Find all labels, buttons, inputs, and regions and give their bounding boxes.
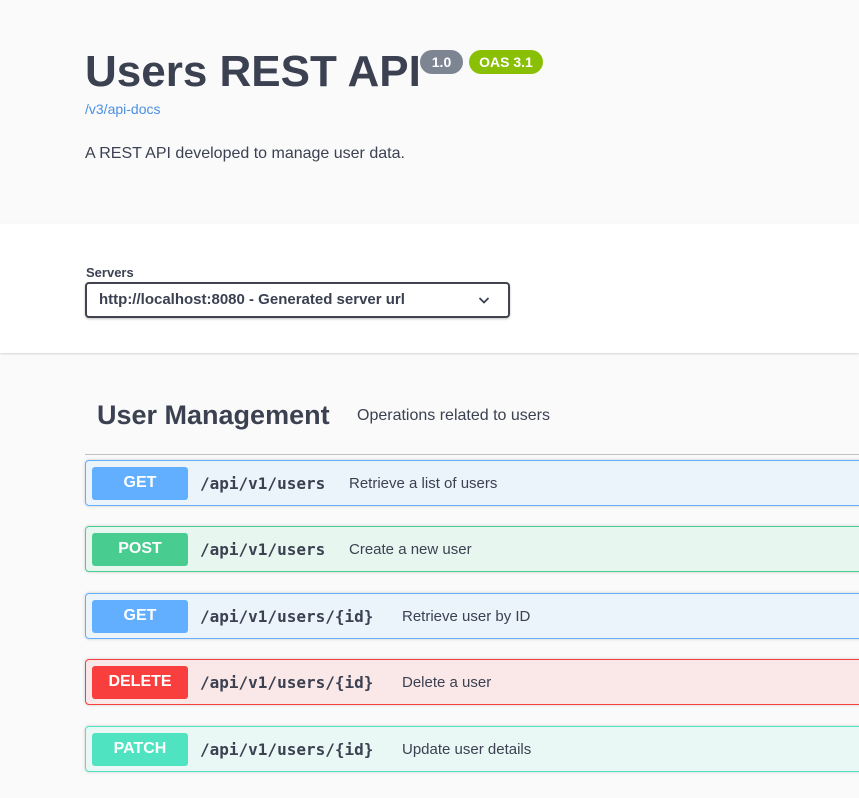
operation-summary: Retrieve a list of users xyxy=(349,475,498,492)
api-info-section: Users REST API 1.0 OAS 3.1 /v3/api-docs … xyxy=(0,0,859,224)
method-badge: DELETE xyxy=(92,666,188,699)
operation-summary: Create a new user xyxy=(349,541,472,558)
operation-path: /api/v1/users xyxy=(200,540,326,559)
operation-delete-user[interactable]: DELETE /api/v1/users/{id} Delete a user xyxy=(85,659,859,705)
chevron-down-icon xyxy=(478,297,490,304)
server-select-value: http://localhost:8080 - Generated server… xyxy=(99,291,405,308)
server-select[interactable]: http://localhost:8080 - Generated server… xyxy=(85,282,510,318)
api-description: A REST API developed to manage user data… xyxy=(85,145,405,162)
operation-post-users[interactable]: POST /api/v1/users Create a new user xyxy=(85,526,859,572)
oas-badge: OAS 3.1 xyxy=(469,50,543,74)
method-badge: PATCH xyxy=(92,733,188,766)
servers-label: Servers xyxy=(86,265,134,280)
operation-path: /api/v1/users/{id} xyxy=(200,607,374,626)
operation-path: /api/v1/users/{id} xyxy=(200,740,374,759)
method-badge: POST xyxy=(92,533,188,566)
tag-header-user-management[interactable]: User Management Operations related to us… xyxy=(85,394,859,455)
operation-summary: Update user details xyxy=(402,741,532,758)
api-title: Users REST API xyxy=(85,47,421,96)
operation-summary: Retrieve user by ID xyxy=(402,608,531,625)
operation-summary: Delete a user xyxy=(402,674,492,691)
operation-path: /api/v1/users xyxy=(200,474,326,493)
tag-name: User Management xyxy=(97,400,330,430)
version-badge: 1.0 xyxy=(420,50,463,74)
api-docs-link[interactable]: /v3/api-docs xyxy=(85,101,160,117)
method-badge: GET xyxy=(92,600,188,633)
tag-description: Operations related to users xyxy=(357,407,550,424)
operation-get-user-by-id[interactable]: GET /api/v1/users/{id} Retrieve user by … xyxy=(85,593,859,639)
method-badge: GET xyxy=(92,467,188,500)
operation-get-users[interactable]: GET /api/v1/users Retrieve a list of use… xyxy=(85,460,859,506)
operation-path: /api/v1/users/{id} xyxy=(200,673,374,692)
operation-patch-user[interactable]: PATCH /api/v1/users/{id} Update user det… xyxy=(85,726,859,772)
servers-section: Servers http://localhost:8080 - Generate… xyxy=(0,224,859,353)
